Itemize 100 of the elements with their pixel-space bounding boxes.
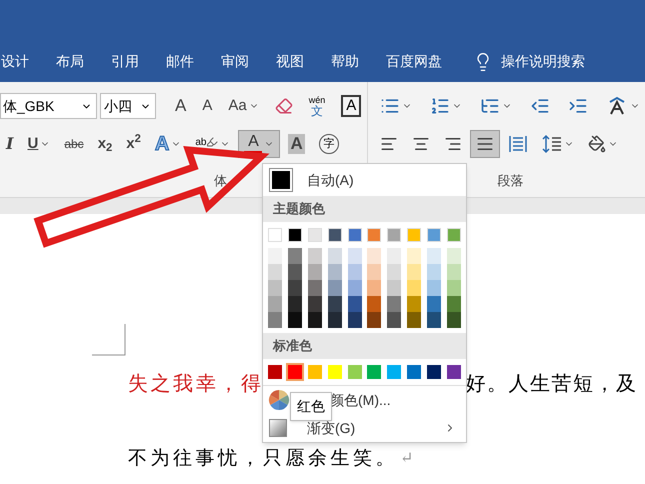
ribbon-button[interactable]: A (169, 92, 192, 120)
ribbon-button[interactable]: 字 (312, 130, 345, 158)
ribbon-button[interactable]: abc (58, 130, 90, 158)
color-swatch[interactable] (387, 365, 402, 379)
color-swatch[interactable] (308, 280, 322, 296)
color-swatch[interactable] (387, 248, 402, 264)
color-swatch[interactable] (268, 280, 282, 296)
ribbon-button[interactable]: U (21, 130, 56, 158)
color-swatch[interactable] (447, 228, 462, 242)
menu-item[interactable]: 自动(A) (263, 164, 466, 196)
color-swatch[interactable] (427, 312, 442, 328)
color-swatch[interactable] (328, 365, 342, 379)
color-swatch[interactable] (367, 264, 382, 280)
color-swatch[interactable] (348, 228, 362, 242)
color-swatch[interactable] (367, 228, 382, 242)
ribbon-button[interactable] (470, 130, 500, 158)
color-swatch[interactable] (407, 296, 422, 312)
ribbon-button[interactable]: ab (189, 130, 236, 158)
color-swatch[interactable] (328, 280, 342, 296)
ribbon-tab[interactable]: 引用 (111, 51, 139, 72)
color-swatch[interactable] (407, 365, 422, 379)
color-swatch[interactable] (367, 365, 382, 379)
color-swatch[interactable] (407, 264, 422, 280)
ribbon-button[interactable]: x$^{2}$ (120, 130, 147, 158)
color-swatch[interactable] (268, 264, 282, 280)
ribbon-button[interactable]: I (0, 130, 20, 158)
color-swatch[interactable] (308, 228, 322, 242)
color-swatch[interactable] (427, 248, 442, 264)
ribbon-tab[interactable]: 视图 (276, 51, 304, 72)
color-swatch[interactable] (268, 365, 282, 379)
color-swatch[interactable] (387, 264, 402, 280)
color-swatch[interactable] (387, 228, 402, 242)
ribbon-button[interactable]: x$_{2}$ (92, 130, 118, 158)
color-swatch[interactable] (387, 280, 402, 296)
ribbon-tab[interactable]: 设计 (1, 51, 29, 72)
color-swatch[interactable] (407, 312, 422, 328)
color-swatch[interactable] (288, 248, 302, 264)
color-swatch[interactable] (308, 264, 322, 280)
change-case-text: Aa (228, 96, 247, 116)
color-swatch[interactable] (447, 312, 462, 328)
color-swatch[interactable] (288, 264, 302, 280)
color-swatch[interactable] (447, 365, 462, 379)
color-swatch[interactable] (328, 228, 342, 242)
color-swatch[interactable] (447, 248, 462, 264)
color-swatch[interactable] (427, 365, 442, 379)
color-swatch[interactable] (308, 312, 322, 328)
color-swatch[interactable] (367, 280, 382, 296)
color-swatch[interactable] (367, 296, 382, 312)
color-swatch[interactable] (288, 228, 302, 242)
color-swatch[interactable] (308, 296, 322, 312)
ribbon-button[interactable]: A (196, 92, 218, 120)
color-swatch[interactable] (427, 228, 442, 242)
color-swatch[interactable] (328, 248, 342, 264)
font-size-field[interactable]: 小四 (100, 93, 156, 119)
ribbon-button[interactable]: A (335, 92, 368, 120)
gradient-icon (269, 419, 287, 437)
color-swatch[interactable] (348, 365, 362, 379)
color-swatch[interactable] (427, 296, 442, 312)
color-swatch[interactable] (447, 280, 462, 296)
color-swatch[interactable] (348, 248, 362, 264)
tell-me-search[interactable]: 操作说明搜索 (501, 51, 585, 72)
ribbon-button[interactable]: wén 文 (302, 92, 332, 120)
color-swatch[interactable] (367, 312, 382, 328)
ribbon-tab[interactable]: 审阅 (221, 51, 249, 72)
ribbon-button[interactable]: A (282, 130, 311, 158)
color-swatch[interactable] (348, 280, 362, 296)
color-swatch[interactable] (308, 248, 322, 264)
color-swatch[interactable] (268, 248, 282, 264)
color-swatch[interactable] (328, 312, 342, 328)
document-text: 失之我幸，得 (128, 370, 264, 397)
color-swatch[interactable] (447, 296, 462, 312)
font-name-field[interactable]: 体_GBK (0, 93, 97, 119)
color-swatch[interactable] (328, 296, 342, 312)
color-swatch[interactable] (348, 296, 362, 312)
color-swatch[interactable] (348, 264, 362, 280)
color-swatch[interactable] (288, 296, 302, 312)
color-swatch[interactable] (288, 312, 302, 328)
ribbon-tab[interactable]: 百度网盘 (386, 51, 442, 72)
color-swatch[interactable] (268, 228, 282, 242)
ribbon-button[interactable]: Aa (222, 92, 265, 120)
ribbon-tab[interactable]: 帮助 (331, 51, 359, 72)
bordered-letter: A (341, 95, 362, 117)
color-swatch[interactable] (387, 312, 402, 328)
color-swatch[interactable] (328, 264, 342, 280)
color-swatch[interactable] (367, 248, 382, 264)
color-swatch[interactable] (348, 312, 362, 328)
color-swatch[interactable] (427, 280, 442, 296)
color-swatch[interactable] (407, 228, 422, 242)
color-swatch[interactable] (268, 296, 282, 312)
color-swatch[interactable] (407, 280, 422, 296)
color-swatch[interactable] (288, 365, 302, 379)
ribbon-tab[interactable]: 布局 (56, 51, 84, 72)
color-swatch[interactable] (268, 312, 282, 328)
color-swatch[interactable] (407, 248, 422, 264)
color-swatch[interactable] (447, 264, 462, 280)
color-swatch[interactable] (427, 264, 442, 280)
color-swatch[interactable] (288, 280, 302, 296)
color-swatch[interactable] (387, 296, 402, 312)
ribbon-tab[interactable]: 邮件 (166, 51, 194, 72)
color-swatch[interactable] (308, 365, 322, 379)
